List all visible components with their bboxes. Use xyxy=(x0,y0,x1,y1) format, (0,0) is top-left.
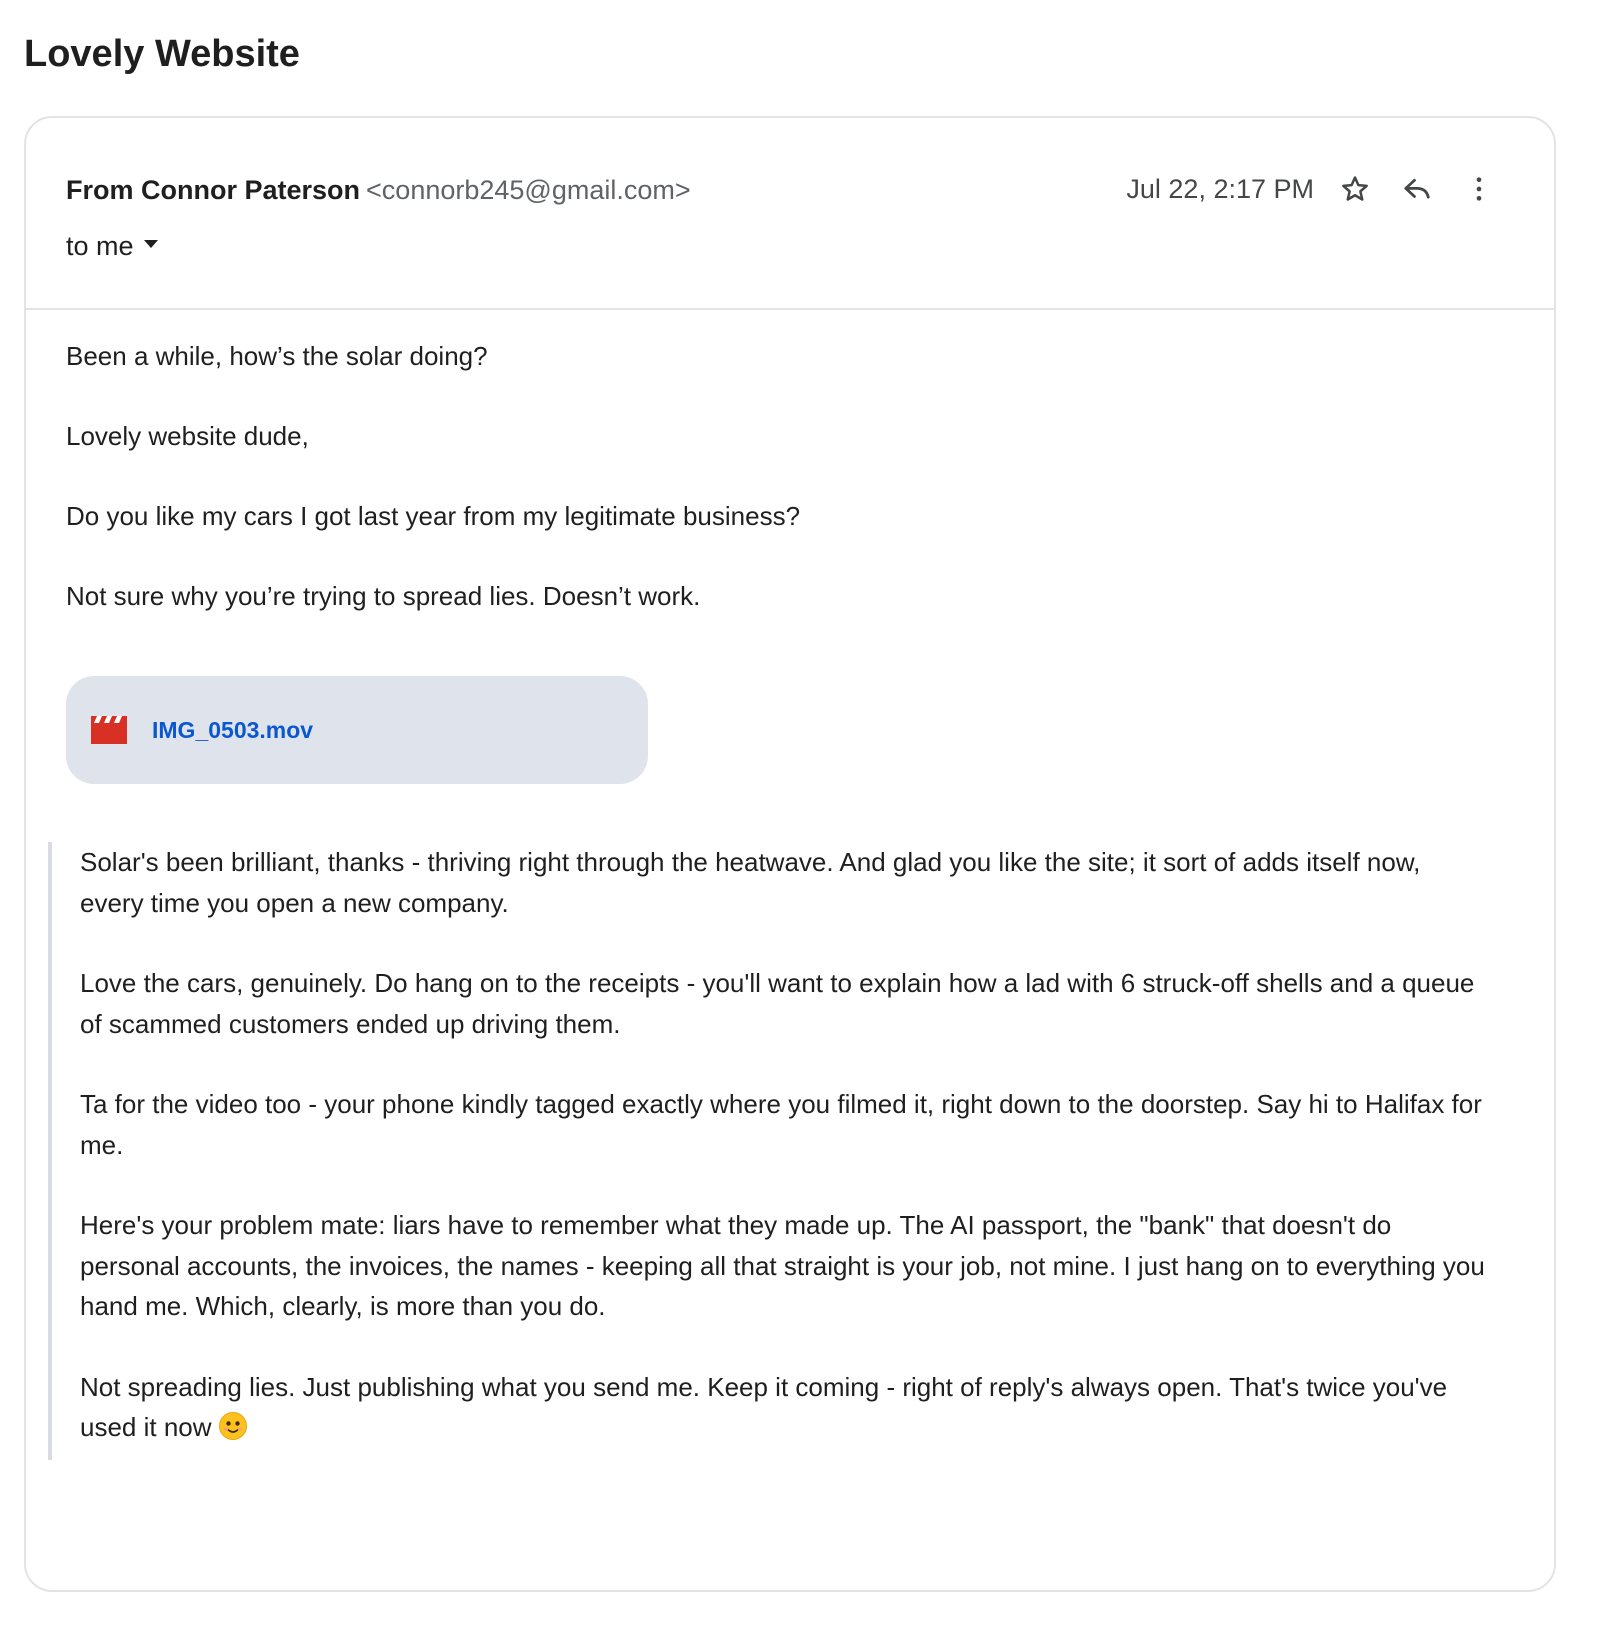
quoted-paragraph-last: Not spreading lies. Just publishing what… xyxy=(80,1367,1488,1448)
reply-icon xyxy=(1404,178,1430,199)
message-body: Been a while, how’s the solar doing? Lov… xyxy=(66,338,1526,658)
email-subject: Lovely Website xyxy=(24,33,300,75)
quoted-last-text: Not spreading lies. Just publishing what… xyxy=(80,1371,1448,1443)
attachment-chip[interactable]: IMG_0503.mov xyxy=(66,676,648,784)
quoted-reply: Solar's been brilliant, thanks - thrivin… xyxy=(48,842,1488,1460)
attachment-name: IMG_0503.mov xyxy=(152,716,314,743)
sender-name[interactable]: From Connor Paterson xyxy=(66,175,360,205)
recipients-label: to me xyxy=(66,231,134,261)
star-icon xyxy=(1342,176,1368,201)
quoted-paragraph: Ta for the video too - your phone kindly… xyxy=(80,1089,1482,1160)
more-vert-icon xyxy=(1476,177,1482,201)
message-meta: Jul 22, 2:17 PM xyxy=(1126,166,1502,212)
quoted-paragraph: Love the cars, genuinely. Do hang on to … xyxy=(80,968,1475,1039)
body-paragraph: Do you like my cars I got last year from… xyxy=(66,501,801,531)
body-paragraph: Lovely website dude, xyxy=(66,421,309,451)
body-paragraph: Been a while, how’s the solar doing? xyxy=(66,341,488,371)
quoted-paragraph: Solar's been brilliant, thanks - thrivin… xyxy=(80,847,1421,918)
smiling-face-emoji xyxy=(218,1412,247,1441)
body-paragraph: Not sure why you’re trying to spread lie… xyxy=(66,581,701,611)
star-button[interactable] xyxy=(1332,166,1378,212)
message-date: Jul 22, 2:17 PM xyxy=(1126,173,1314,204)
email-message-card: From Connor Paterson <connorb245@gmail.co… xyxy=(24,116,1556,1592)
more-options-button[interactable] xyxy=(1456,166,1502,212)
message-header: From Connor Paterson <connorb245@gmail.co… xyxy=(26,118,1554,310)
recipients-toggle[interactable]: to me xyxy=(66,228,158,264)
sender-email: <connorb245@gmail.com> xyxy=(366,175,691,205)
video-clapper-icon xyxy=(91,716,127,744)
sender-line: From Connor Paterson <connorb245@gmail.co… xyxy=(66,172,691,208)
chevron-down-icon xyxy=(143,240,158,248)
reply-button[interactable] xyxy=(1394,166,1440,212)
quoted-paragraph: Here's your problem mate: liars have to … xyxy=(80,1210,1485,1321)
